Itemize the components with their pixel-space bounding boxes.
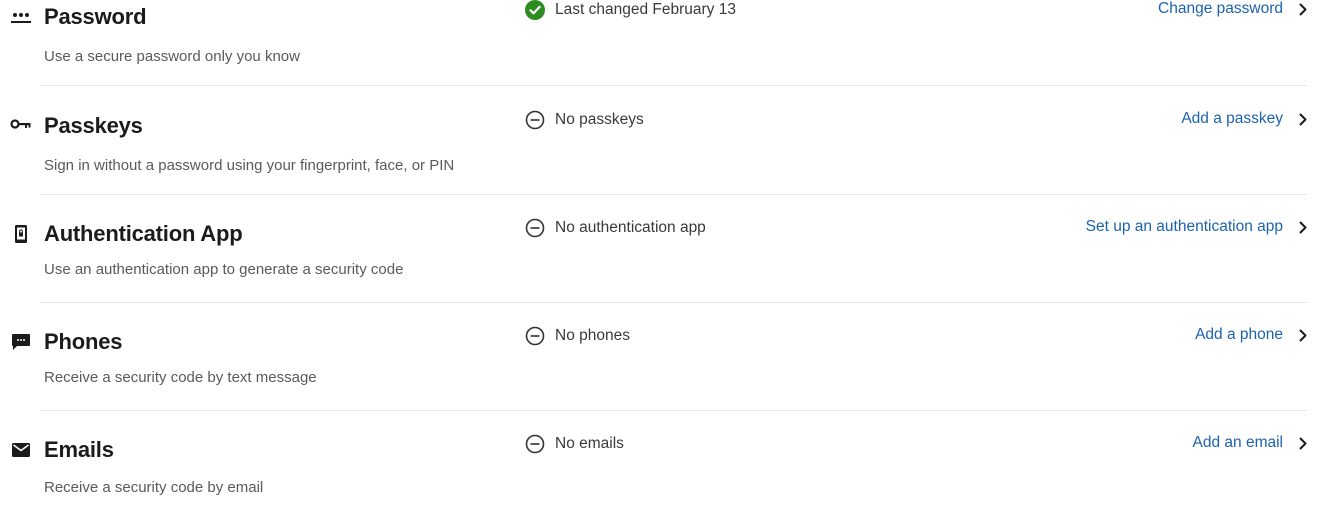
chevron-right-icon [1297,436,1309,450]
method-title: Passkeys [44,113,143,138]
method-status: No passkeys [525,110,644,130]
method-status-text: No phones [555,327,630,344]
security-methods-list: Password Use a secure password only you … [0,0,1327,499]
method-title: Emails [44,437,114,462]
minus-circle-icon [525,434,545,454]
check-circle-icon [525,0,545,20]
method-action-label[interactable]: Add an email [1193,434,1283,452]
chevron-right-icon [1297,112,1309,126]
envelope-icon [10,439,32,461]
phone-lock-icon [10,223,32,245]
method-status: Last changed February 13 [525,0,736,20]
method-action-label[interactable]: Add a phone [1195,326,1283,344]
method-status: No emails [525,434,624,454]
method-title: Password [44,4,147,29]
method-title: Phones [44,329,123,354]
password-dots-icon [10,7,32,29]
minus-circle-icon [525,218,545,238]
message-icon [10,331,32,353]
method-status: No phones [525,326,630,346]
method-row-password: Password Use a secure password only you … [0,0,1327,86]
method-status-text: No passkeys [555,111,644,128]
change-password-link[interactable]: Change password [1158,0,1309,18]
method-description: Use a secure password only you know [44,48,300,65]
chevron-right-icon [1297,220,1309,234]
add-email-link[interactable]: Add an email [1193,434,1309,452]
method-row-phones: Phones Receive a security code by text m… [0,303,1327,411]
chevron-right-icon [1297,328,1309,342]
method-title: Authentication App [44,221,243,246]
method-status: No authentication app [525,218,706,238]
add-passkey-link[interactable]: Add a passkey [1181,110,1309,128]
method-row-emails: Emails Receive a security code by email … [0,411,1327,519]
method-description: Sign in without a password using your fi… [44,157,455,174]
method-action-label[interactable]: Set up an authentication app [1086,218,1283,236]
method-status-text: No authentication app [555,219,706,236]
method-status-text: No emails [555,435,624,452]
minus-circle-icon [525,326,545,346]
method-action-label[interactable]: Add a passkey [1181,110,1283,128]
minus-circle-icon [525,110,545,130]
chevron-right-icon [1297,2,1309,16]
method-row-authentication-app: Authentication App Use an authentication… [0,195,1327,303]
method-description: Receive a security code by email [44,479,264,496]
add-phone-link[interactable]: Add a phone [1195,326,1309,344]
method-row-passkeys: Passkeys Sign in without a password usin… [0,87,1327,195]
key-icon [10,113,32,135]
row-divider [40,85,1307,86]
method-action-label[interactable]: Change password [1158,0,1283,18]
method-description: Receive a security code by text message [44,369,317,386]
set-up-authentication-app-link[interactable]: Set up an authentication app [1086,218,1309,236]
method-status-text: Last changed February 13 [555,1,736,18]
method-description: Use an authentication app to generate a … [44,261,404,278]
